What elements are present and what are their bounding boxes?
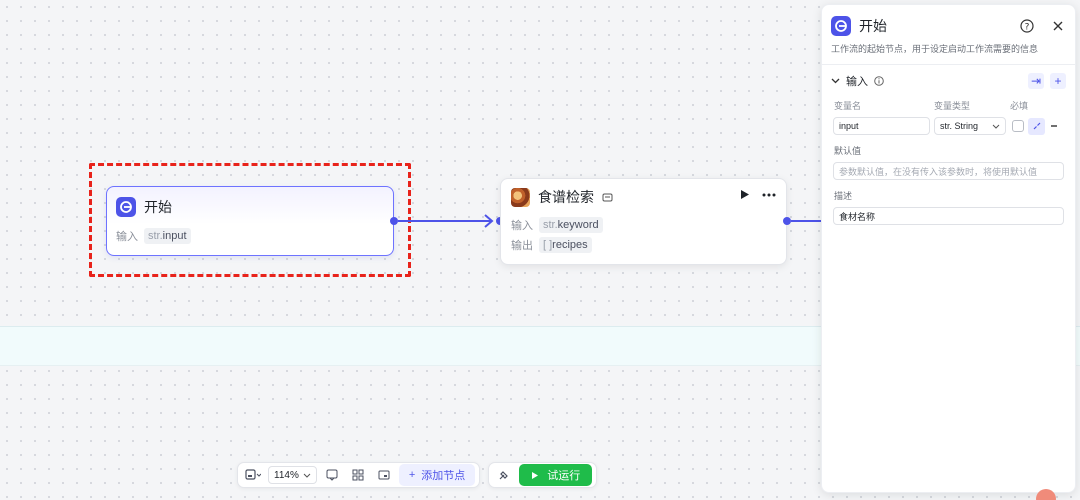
remove-icon[interactable] (1049, 121, 1059, 131)
default-placeholder: 参数默认值，在没有传入该参数时，将使用默认值 (839, 166, 1038, 177)
add-node-label: 添加节点 (421, 470, 466, 482)
close-icon[interactable] (1050, 19, 1066, 33)
food-icon (511, 187, 530, 207)
zoom-select[interactable]: 114% (268, 466, 317, 484)
panel-description: 工作流的起始节点，用于设定启动工作流需要的信息 (831, 44, 1039, 54)
debug-tool-icon[interactable] (493, 465, 515, 485)
recipe-node-header: 食谱检索 (511, 187, 776, 207)
start-node-header: 开始 (116, 197, 384, 217)
start-node[interactable]: 开始 输入 str.input (106, 186, 394, 256)
start-output-port[interactable] (390, 217, 398, 225)
start-logo-icon (116, 197, 136, 217)
default-value-field[interactable]: 参数默认值，在没有传入该参数时，将使用默认值 (833, 162, 1064, 180)
test-run-label: 试运行 (547, 470, 581, 482)
import-icon[interactable]: ⇥ (1028, 73, 1044, 89)
edge-arrow-icon (484, 214, 494, 228)
required-checkbox[interactable] (1012, 120, 1024, 132)
comment-icon[interactable] (321, 465, 343, 485)
recipe-input-row: 输入 str.keyword (511, 217, 776, 233)
recipe-output-tag: [ ]recipes (539, 237, 592, 253)
collapse-icon[interactable] (1028, 117, 1045, 135)
test-run-button[interactable]: 试运行 (519, 464, 593, 486)
bottom-toolbar: 114% + 添加节点 试运行 (237, 462, 598, 488)
chevron-down-icon[interactable] (831, 78, 840, 84)
recipe-input-tag: str.keyword (539, 217, 603, 233)
recipe-output-port[interactable] (783, 217, 791, 225)
more-icon[interactable] (762, 193, 776, 197)
help-icon[interactable]: ? (1020, 19, 1034, 33)
chevron-down-icon (303, 473, 311, 478)
input-section-title: 输入 (846, 76, 868, 88)
var-type-value: str. String (940, 121, 979, 131)
svg-text:?: ? (1025, 23, 1030, 33)
start-node-title: 开始 (144, 199, 172, 215)
input-tag: str.input (144, 228, 191, 244)
start-logo-icon (831, 16, 851, 36)
variable-columns: 变量名 变量类型 必填 (822, 89, 1075, 112)
add-node-button[interactable]: + 添加节点 (398, 464, 476, 486)
toolbar-run: 试运行 (488, 462, 598, 488)
image-icon[interactable] (373, 465, 395, 485)
play-icon (532, 471, 539, 479)
recipe-output-row: 输出 [ ]recipes (511, 237, 776, 253)
plus-icon: + (408, 469, 416, 481)
description-label: 描述 (834, 191, 853, 201)
add-variable-icon[interactable]: + (1050, 73, 1066, 89)
node-config-panel: 开始 ? 工作流的起始节点，用于设定启动工作流需要的信息 输入 ⇥ + 变量名 … (821, 4, 1076, 493)
variable-row: input str. String (822, 112, 1075, 135)
var-name-field[interactable]: input (833, 117, 930, 135)
layout-icon[interactable] (347, 465, 369, 485)
recipe-search-node[interactable]: 食谱检索 输入 str.keyword 输出 [ ]recipes (500, 178, 787, 265)
start-node-input-row: 输入 str.input (116, 228, 384, 244)
panel-header: 开始 ? (822, 5, 1075, 36)
col-name: 变量名 (834, 101, 862, 111)
recipe-node-title: 食谱检索 (538, 189, 594, 205)
toolbar-main: 114% + 添加节点 (237, 462, 481, 488)
recipe-output-label: 输出 (511, 240, 533, 252)
col-required: 必填 (1010, 101, 1029, 111)
run-node-icon[interactable] (740, 189, 750, 200)
chevron-down-icon (992, 124, 1000, 129)
description-field[interactable]: 食材名称 (833, 207, 1064, 225)
panel-title: 开始 (859, 18, 887, 34)
zoom-value: 114% (274, 469, 299, 481)
input-label: 输入 (116, 231, 138, 243)
minimap-icon[interactable] (242, 465, 264, 485)
connection-edge (398, 220, 491, 222)
info-icon[interactable] (874, 76, 884, 86)
recipe-input-label: 输入 (511, 220, 533, 232)
plugin-icon (602, 193, 613, 201)
col-type: 变量类型 (934, 101, 971, 111)
default-label: 默认值 (834, 146, 862, 156)
input-section-header[interactable]: 输入 ⇥ + (822, 65, 1075, 89)
outgoing-edge (791, 220, 821, 222)
var-type-select[interactable]: str. String (934, 117, 1006, 135)
